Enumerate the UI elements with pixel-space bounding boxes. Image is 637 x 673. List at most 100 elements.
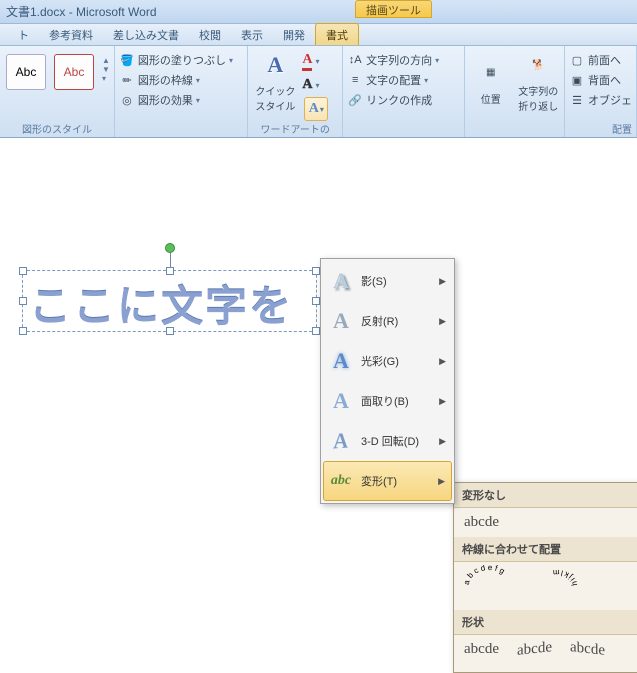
- submenu-arrow-icon: ▶: [439, 396, 446, 407]
- quick-styles-button[interactable]: A クイック スタイル: [252, 48, 298, 114]
- paint-bucket-icon: 🪣: [119, 52, 135, 68]
- text-effects-button[interactable]: A▾: [304, 97, 328, 121]
- submenu-arrow-icon: ▶: [438, 476, 445, 487]
- bevel-icon: A: [329, 389, 353, 413]
- tab-format[interactable]: 書式: [315, 23, 359, 45]
- rotate-line: [170, 253, 171, 267]
- text-align-icon: ≡: [347, 72, 363, 88]
- position-icon: ▦: [475, 57, 507, 89]
- effects-icon: ◎: [119, 92, 135, 108]
- transform-circle-option-1[interactable]: a b c d e f g: [464, 565, 514, 608]
- tab-partial[interactable]: ト: [8, 24, 39, 45]
- transform-icon: abc: [329, 469, 353, 493]
- svg-text:h i j k l m: h i j k l m: [552, 567, 579, 585]
- group-wordart-styles: A クイック スタイル A▾ A▾ A▾ ワードアートの: [248, 46, 343, 137]
- text-direction-icon: ↕A: [347, 52, 363, 68]
- contextual-tab-label: 描画ツール: [355, 0, 432, 18]
- group-label-shape-styles: 図形のスタイル: [0, 121, 114, 136]
- title-sep: -: [65, 5, 76, 19]
- transform-follow-path-header: 枠線に合わせて配置: [454, 537, 637, 562]
- transform-shape-option-3[interactable]: abcde: [570, 639, 605, 660]
- group-arrange-1: ▦ 位置 🐕 文字列の 折り返し: [465, 46, 565, 137]
- menu-glow[interactable]: A 光彩(G)▶: [323, 341, 452, 381]
- wrap-text-icon: 🐕: [522, 49, 554, 81]
- resize-handle-bl[interactable]: [19, 327, 27, 335]
- group-label-arrange: 配置: [612, 121, 632, 136]
- resize-handle-tm[interactable]: [166, 267, 174, 275]
- tab-view[interactable]: 表示: [231, 24, 273, 45]
- menu-bevel[interactable]: A 面取り(B)▶: [323, 381, 452, 421]
- ribbon-tabs: ト 参考資料 差し込み文書 校閲 表示 開発 書式: [0, 24, 637, 46]
- text-fill-icon: A: [302, 52, 312, 71]
- menu-3d-rotation[interactable]: A 3-D 回転(D)▶: [323, 421, 452, 461]
- menu-reflection[interactable]: A 反射(R)▶: [323, 301, 452, 341]
- transform-shape-option-1[interactable]: abcde: [464, 641, 499, 658]
- shape-style-gallery-2[interactable]: Abc: [54, 54, 94, 90]
- text-direction-button[interactable]: ↕A文字列の方向▾: [347, 50, 460, 70]
- shape-outline-button[interactable]: ✏図形の枠線▾: [119, 70, 243, 90]
- text-effects-icon: A: [309, 101, 319, 117]
- quick-styles-icon: A: [259, 49, 291, 81]
- menu-shadow[interactable]: A 影(S)▶: [323, 261, 452, 301]
- reflection-icon: A: [329, 309, 353, 333]
- ribbon: Abc Abc ▲ ▼ ▾ 図形のスタイル 🪣図形の塗りつぶし▾ ✏図形の枠線▾…: [0, 46, 637, 138]
- group-shape-styles: Abc Abc ▲ ▼ ▾ 図形のスタイル: [0, 46, 115, 137]
- wrap-text-button[interactable]: 🐕 文字列の 折り返し: [517, 48, 561, 114]
- submenu-arrow-icon: ▶: [439, 316, 446, 327]
- resize-handle-br[interactable]: [312, 327, 320, 335]
- group-text: ↕A文字列の方向▾ ≡文字の配置▾ 🔗リンクの作成: [343, 46, 465, 137]
- menu-transform[interactable]: abc 変形(T)▶: [323, 461, 452, 501]
- gallery-more-icon[interactable]: ▾: [102, 74, 110, 83]
- text-outline-icon: A: [302, 77, 312, 93]
- group-label-wordart: ワードアートの: [248, 121, 342, 136]
- bring-forward-button[interactable]: ▢前面へ: [569, 50, 632, 70]
- tab-references[interactable]: 参考資料: [39, 24, 103, 45]
- group-shape-format: 🪣図形の塗りつぶし▾ ✏図形の枠線▾ ◎図形の効果▾: [115, 46, 248, 137]
- submenu-arrow-icon: ▶: [439, 276, 446, 287]
- text-effects-menu: A 影(S)▶ A 反射(R)▶ A 光彩(G)▶ A 面取り(B)▶ A 3-…: [320, 258, 455, 504]
- send-backward-icon: ▣: [569, 72, 585, 88]
- gallery-down-icon[interactable]: ▼: [102, 65, 110, 74]
- submenu-arrow-icon: ▶: [439, 436, 446, 447]
- bring-forward-icon: ▢: [569, 52, 585, 68]
- document-canvas[interactable]: ここに文字を A 影(S)▶ A 反射(R)▶ A 光彩(G)▶ A 面取り(B…: [0, 138, 637, 575]
- text-fill-button[interactable]: A▾: [302, 50, 328, 73]
- resize-handle-bm[interactable]: [166, 327, 174, 335]
- create-link-button[interactable]: 🔗リンクの作成: [347, 90, 460, 110]
- rotate-handle[interactable]: [165, 243, 175, 253]
- resize-handle-mr[interactable]: [312, 297, 320, 305]
- resize-handle-tl[interactable]: [19, 267, 27, 275]
- text-outline-button[interactable]: A▾: [302, 75, 328, 95]
- transform-shape-option-2[interactable]: abcde: [517, 639, 552, 660]
- shape-style-gallery-1[interactable]: Abc: [6, 54, 46, 90]
- doc-title: 文書1.docx: [6, 3, 65, 20]
- group-arrange-2: ▢前面へ ▣背面へ ☰オブジェ 配置: [565, 46, 637, 137]
- submenu-arrow-icon: ▶: [439, 356, 446, 367]
- link-icon: 🔗: [347, 92, 363, 108]
- tab-mailings[interactable]: 差し込み文書: [103, 24, 189, 45]
- tab-review[interactable]: 校閲: [189, 24, 231, 45]
- gallery-up-icon[interactable]: ▲: [102, 56, 110, 65]
- wordart-object[interactable]: ここに文字を: [22, 270, 317, 332]
- app-name: Microsoft Word: [76, 5, 156, 19]
- pencil-icon: ✏: [119, 72, 135, 88]
- selection-pane-button[interactable]: ☰オブジェ: [569, 90, 632, 110]
- glow-icon: A: [329, 349, 353, 373]
- tab-developer[interactable]: 開発: [273, 24, 315, 45]
- 3d-rotation-icon: A: [329, 429, 353, 453]
- transform-shape-header: 形状: [454, 610, 637, 635]
- shadow-icon: A: [329, 269, 353, 293]
- selection-icon: ☰: [569, 92, 585, 108]
- transform-none-option[interactable]: abcde: [464, 514, 499, 531]
- shape-fill-button[interactable]: 🪣図形の塗りつぶし▾: [119, 50, 243, 70]
- shape-effects-button[interactable]: ◎図形の効果▾: [119, 90, 243, 110]
- resize-handle-ml[interactable]: [19, 297, 27, 305]
- resize-handle-tr[interactable]: [312, 267, 320, 275]
- transform-submenu: 変形なし abcde 枠線に合わせて配置 a b c d e f g h i j…: [453, 482, 637, 673]
- title-bar: 文書1.docx - Microsoft Word: [0, 0, 637, 24]
- transform-none-header: 変形なし: [454, 483, 637, 508]
- text-align-button[interactable]: ≡文字の配置▾: [347, 70, 460, 90]
- position-button[interactable]: ▦ 位置: [469, 48, 513, 114]
- transform-circle-option-2[interactable]: h i j k l m: [532, 565, 582, 608]
- send-backward-button[interactable]: ▣背面へ: [569, 70, 632, 90]
